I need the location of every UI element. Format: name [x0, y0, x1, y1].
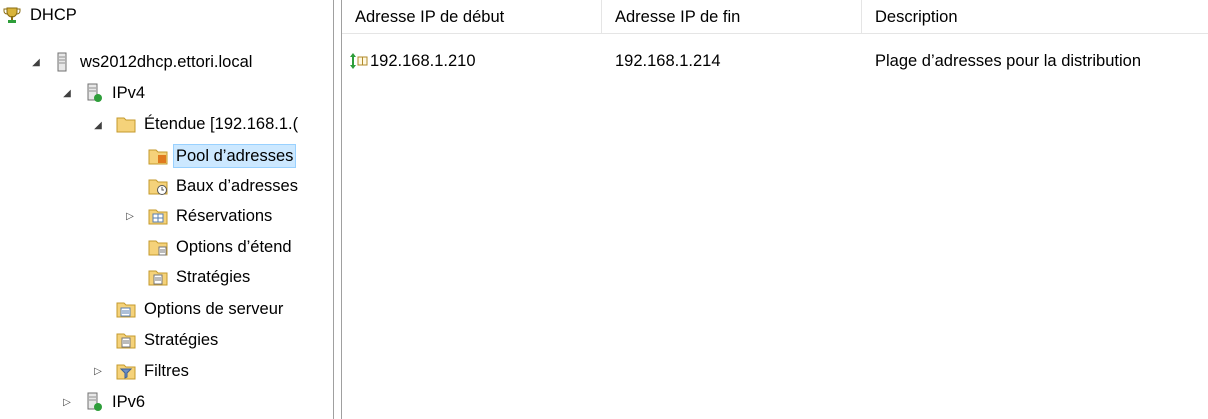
tree-item-label: Stratégies [176, 268, 251, 286]
collapse-arrow-icon[interactable]: ◢ [31, 57, 41, 68]
cell-end-ip: 192.168.1.214 [615, 51, 721, 70]
table-row[interactable]: 192.168.1.210 192.168.1.214 Plage d’adre… [342, 46, 1208, 76]
tree-item-label: IPv6 [112, 393, 146, 411]
tree-item-reservations[interactable]: Réservations [148, 201, 274, 231]
filter-icon [116, 361, 136, 381]
tree-item-filters[interactable]: Filtres [116, 356, 191, 386]
policies-icon [148, 267, 168, 287]
reservations-icon [148, 206, 168, 226]
column-header-description[interactable]: Description [862, 0, 1208, 34]
list-header: Adresse IP de début Adresse IP de fin De… [342, 0, 1208, 34]
folder-icon [116, 114, 136, 134]
server-options-icon [116, 299, 136, 319]
collapse-arrow-icon[interactable]: ◢ [62, 88, 72, 99]
tree-item-label: Options d’étend [176, 238, 292, 256]
tree-item-label: Pool d’adresses [172, 144, 297, 168]
ipv6-icon [84, 392, 104, 412]
console-tree: DHCP ws2012dhcp.ettori.local ◢ IPv4 ◢ Ét… [0, 0, 333, 419]
tree-item-label: Baux d’adresses [176, 177, 298, 195]
column-header-end-ip[interactable]: Adresse IP de fin [602, 0, 862, 34]
dhcp-trophy-icon [2, 5, 22, 25]
tree-item-server-options[interactable]: Options de serveur [116, 294, 285, 324]
tree-item-label: Réservations [176, 207, 273, 225]
cell-start-ip: 192.168.1.210 [370, 51, 476, 70]
tree-item-dhcp[interactable]: DHCP [2, 0, 79, 30]
scope-options-icon [148, 237, 168, 257]
collapse-arrow-icon[interactable]: ◢ [93, 120, 103, 131]
server-icon [52, 52, 72, 72]
ipv4-icon [84, 83, 104, 103]
tree-item-address-leases[interactable]: Baux d’adresses [148, 171, 300, 201]
tree-item-server[interactable]: ws2012dhcp.ettori.local [52, 47, 254, 77]
tree-item-ipv4[interactable]: IPv4 [84, 78, 147, 108]
column-header-start-ip[interactable]: Adresse IP de début [342, 0, 602, 34]
address-pool-icon [148, 146, 168, 166]
tree-item-address-pool[interactable]: Pool d’adresses [148, 141, 297, 171]
tree-item-label: ws2012dhcp.ettori.local [80, 53, 253, 71]
cell-description: Plage d’adresses pour la distribution [875, 51, 1141, 70]
results-list: Adresse IP de début Adresse IP de fin De… [342, 0, 1208, 419]
tree-item-ipv6[interactable]: IPv6 [84, 387, 147, 417]
tree-item-label: Options de serveur [144, 300, 284, 318]
address-leases-icon [148, 176, 168, 196]
tree-item-scope-policies[interactable]: Stratégies [148, 262, 252, 292]
tree-item-label: IPv4 [112, 84, 146, 102]
tree-item-label: DHCP [30, 6, 77, 24]
expand-arrow-icon[interactable]: ▷ [93, 366, 103, 377]
policies-icon [116, 330, 136, 350]
tree-item-scope[interactable]: Étendue [192.168.1.( [116, 109, 300, 139]
tree-item-label: Stratégies [144, 331, 219, 349]
expand-arrow-icon[interactable]: ▷ [125, 211, 135, 222]
expand-arrow-icon[interactable]: ▷ [62, 397, 72, 408]
tree-item-label: Filtres [144, 362, 189, 380]
tree-item-scope-options[interactable]: Options d’étend [148, 232, 294, 262]
pane-splitter[interactable] [333, 0, 334, 419]
tree-item-server-policies[interactable]: Stratégies [116, 325, 220, 355]
tree-item-label: Étendue [192.168.1.( [144, 115, 299, 133]
address-range-icon [350, 46, 368, 76]
